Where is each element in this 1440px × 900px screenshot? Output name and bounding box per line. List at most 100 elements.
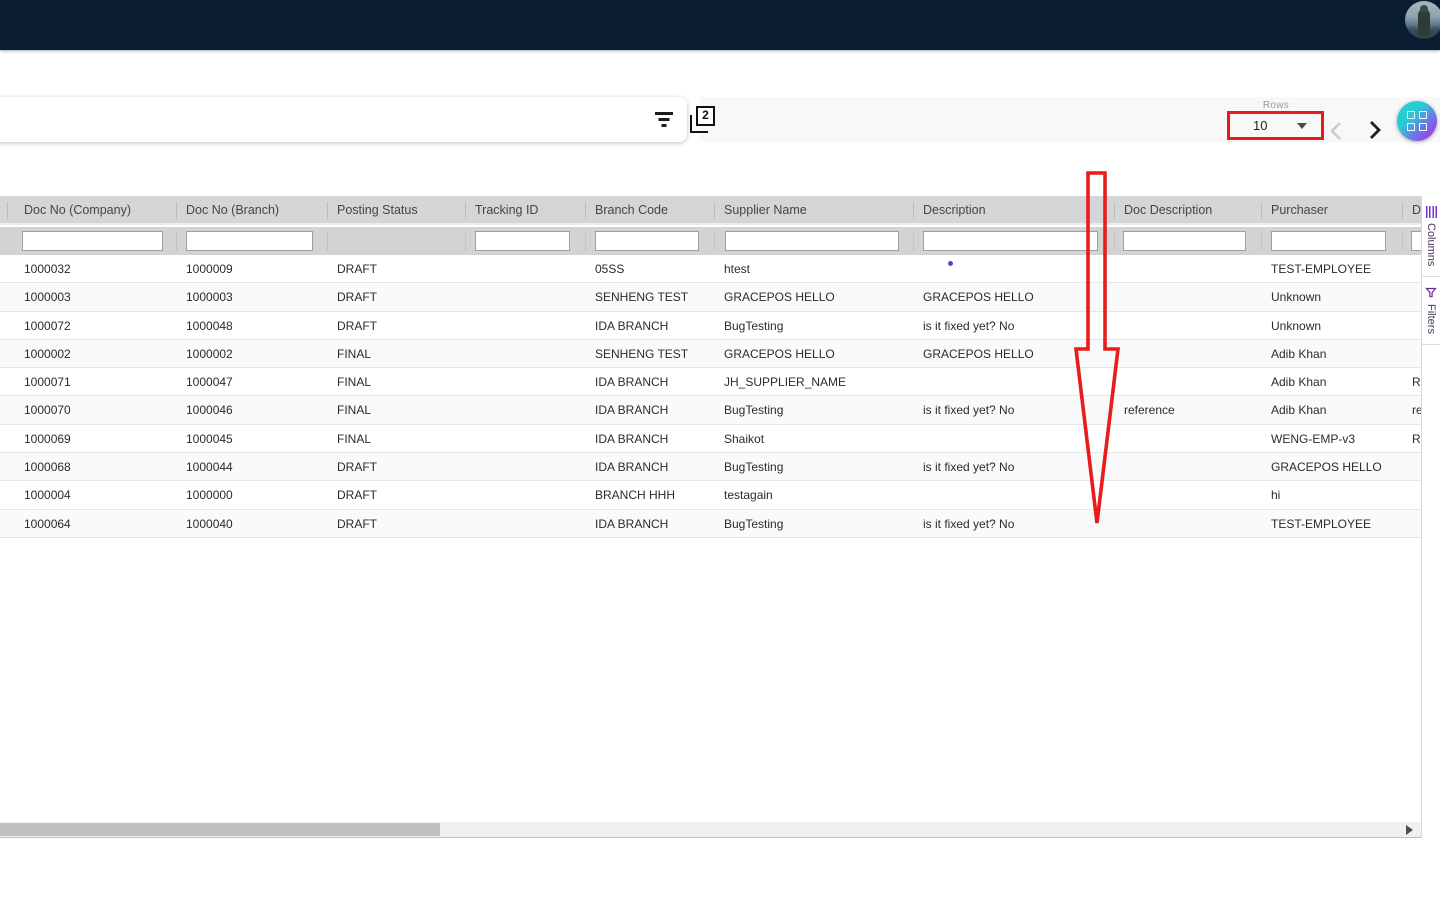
copy-pages-icon[interactable]: 2 <box>690 106 716 133</box>
cell-doc-no-company: 1000071 <box>24 375 71 389</box>
cell-doc-no-branch: 1000002 <box>186 347 233 361</box>
cell-doc-no-branch: 1000046 <box>186 403 233 417</box>
column-header-d[interactable]: D <box>1412 203 1421 217</box>
table-row[interactable]: 10000641000040DRAFTIDA BRANCHBugTestingi… <box>0 510 1421 538</box>
column-separator <box>1402 231 1403 251</box>
scrollbar-thumb[interactable] <box>0 823 440 836</box>
cell-branch-code: IDA BRANCH <box>595 375 668 389</box>
table-row[interactable]: 10000021000002FINALSENHENG TESTGRACEPOS … <box>0 340 1421 368</box>
sidebar-item-columns[interactable]: Columns <box>1422 196 1440 277</box>
cell-posting-status: FINAL <box>337 403 371 417</box>
search-input[interactable] <box>2 105 622 133</box>
cell-doc-no-branch: 1000048 <box>186 319 233 333</box>
column-header-supplier-name[interactable]: Supplier Name <box>724 203 807 217</box>
table-filter-row <box>0 227 1421 255</box>
cell-doc-no-branch: 1000003 <box>186 290 233 304</box>
cell-purchaser: TEST-EMPLOYEE <box>1271 517 1371 531</box>
filter-list-icon[interactable] <box>655 111 673 127</box>
column-separator <box>714 231 715 251</box>
column-separator <box>1114 202 1115 219</box>
top-navbar <box>0 0 1440 50</box>
column-separator <box>913 202 914 219</box>
apps-grid-button[interactable] <box>1397 101 1437 141</box>
column-separator <box>327 231 328 251</box>
cell-posting-status: DRAFT <box>337 460 377 474</box>
table-row[interactable]: 1000071 1000047 FINAL IDA BRANCH JH_SUPPLIER… <box>0 368 1421 396</box>
divider <box>0 837 1440 838</box>
cell-purchaser: Unknown <box>1271 319 1321 333</box>
table-row[interactable]: 10000041000000DRAFTBRANCH HHHtestagainhi <box>0 481 1421 509</box>
table-row[interactable]: 10000321000009DRAFT05SShtestTEST-EMPLOYE… <box>0 255 1421 283</box>
column-header-doc-no-company[interactable]: Doc No (Company) <box>24 203 131 217</box>
previous-page-button[interactable] <box>1325 119 1349 143</box>
column-header-tracking-id[interactable]: Tracking ID <box>475 203 538 217</box>
column-header-doc-description[interactable]: Doc Description <box>1124 203 1212 217</box>
cell-branch-code: IDA BRANCH <box>595 432 668 446</box>
user-avatar[interactable] <box>1405 1 1440 39</box>
filter-input-supplier-name[interactable] <box>725 231 899 251</box>
filter-input-doc-no-branch[interactable] <box>186 231 313 251</box>
column-separator <box>176 202 177 219</box>
rows-per-page-label: Rows <box>1229 100 1323 111</box>
column-header-branch-code[interactable]: Branch Code <box>595 203 668 217</box>
column-header-doc-no-branch[interactable]: Doc No (Branch) <box>186 203 279 217</box>
column-bars-icon <box>1426 206 1437 218</box>
column-separator <box>1261 231 1262 251</box>
sidebar-item-filters[interactable]: Filters <box>1422 277 1440 345</box>
cell-doc-no-company: 1000002 <box>24 347 71 361</box>
column-header-purchaser[interactable]: Purchaser <box>1271 203 1328 217</box>
annotation-blue-dot <box>948 261 953 266</box>
cell-description: is it fixed yet? No <box>923 319 1014 333</box>
cell-posting-status: DRAFT <box>337 262 377 276</box>
cell-branch-code: IDA BRANCH <box>595 319 668 333</box>
horizontal-scrollbar[interactable] <box>0 822 1421 837</box>
cell-branch-code: SENHENG TEST <box>595 290 688 304</box>
cell-posting-status: DRAFT <box>337 290 377 304</box>
table-row[interactable]: 10000691000045FINALIDA BRANCHShaikotWENG… <box>0 425 1421 453</box>
table-row[interactable]: 10000681000044DRAFTIDA BRANCHBugTestingi… <box>0 453 1421 481</box>
cell-doc-no-company: 1000064 <box>24 517 71 531</box>
cell-doc-no-company: 1000004 <box>24 488 71 502</box>
table-body: 10000321000009DRAFT05SShtestTEST-EMPLOYE… <box>0 255 1421 538</box>
cell-doc-description: reference <box>1124 403 1175 417</box>
table-row[interactable]: 10000031000003DRAFTSENHENG TESTGRACEPOS … <box>0 283 1421 311</box>
cell-d: re <box>1412 403 1421 417</box>
next-page-button[interactable] <box>1362 118 1386 142</box>
search-bar[interactable] <box>0 97 687 142</box>
cell-description: is it fixed yet? No <box>923 517 1014 531</box>
cell-d: Re <box>1412 375 1421 389</box>
cell-doc-no-company: 1000069 <box>24 432 71 446</box>
cell-doc-no-company: 1000003 <box>24 290 71 304</box>
filter-input-branch-code[interactable] <box>595 231 699 251</box>
cell-posting-status: DRAFT <box>337 319 377 333</box>
cell-doc-no-branch: 1000047 <box>186 375 233 389</box>
table-row[interactable]: 1000072 1000048 DRAFT IDA BRANCH BugTesting i… <box>0 312 1421 340</box>
cell-branch-code: BRANCH HHH <box>595 488 675 502</box>
rows-per-page-select[interactable]: 10 <box>1229 112 1323 139</box>
cell-doc-no-company: 1000068 <box>24 460 71 474</box>
column-separator <box>327 202 328 219</box>
column-header-description[interactable]: Description <box>923 203 986 217</box>
cell-doc-no-company: 1000070 <box>24 403 71 417</box>
cell-supplier-name: JH_SUPPLIER_NAME <box>724 375 846 389</box>
cell-purchaser: hi <box>1271 488 1280 502</box>
filter-input-purchaser[interactable] <box>1271 231 1386 251</box>
cell-posting-status: FINAL <box>337 375 371 389</box>
cell-description: GRACEPOS HELLO <box>923 347 1034 361</box>
scrollbar-right-arrow-icon[interactable] <box>1406 825 1413 835</box>
filter-input-tracking-id[interactable] <box>475 231 570 251</box>
cell-doc-no-branch: 1000044 <box>186 460 233 474</box>
cell-doc-no-branch: 1000009 <box>186 262 233 276</box>
filter-input-doc-no-company[interactable] <box>22 231 163 251</box>
cell-branch-code: SENHENG TEST <box>595 347 688 361</box>
filter-input-description[interactable] <box>923 231 1098 251</box>
filter-input-doc-description[interactable] <box>1123 231 1246 251</box>
table-row[interactable]: 10000701000046FINALIDA BRANCHBugTestingi… <box>0 396 1421 424</box>
filter-input-d[interactable] <box>1411 231 1421 251</box>
cell-purchaser: Adib Khan <box>1271 347 1326 361</box>
filter-funnel-icon <box>1425 287 1437 299</box>
column-header-posting-status[interactable]: Posting Status <box>337 203 418 217</box>
cell-doc-no-company: 1000072 <box>24 319 71 333</box>
column-separator <box>176 231 177 251</box>
cell-supplier-name: BugTesting <box>724 319 783 333</box>
